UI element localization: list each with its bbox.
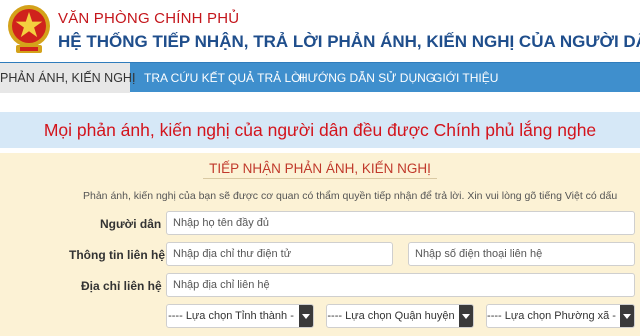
phone-input[interactable]: Nhập số điện thoại liên hệ <box>408 242 635 266</box>
address-label: Địa chỉ liên hệ <box>81 279 162 293</box>
site-header: VĂN PHÒNG CHÍNH PHỦ HỆ THỐNG TIẾP NHẬN, … <box>0 0 640 64</box>
province-select-value: ---- Lựa chọn Tỉnh thành - <box>168 310 294 322</box>
province-select[interactable]: ---- Lựa chọn Tỉnh thành - <box>166 304 314 328</box>
main-nav: PHẢN ÁNH, KIẾN NGHỊ TRA CỨU KẾT QUẢ TRẢ … <box>0 62 640 93</box>
slogan-text: Mọi phản ánh, kiến nghị của người dân đề… <box>43 120 597 140</box>
district-select[interactable]: ---- Lựa chọn Quận huyện <box>326 304 474 328</box>
email-input[interactable]: Nhập địa chỉ thư điện tử <box>166 242 393 266</box>
form-hint: Phản ánh, kiến nghị của bạn sẽ được cơ q… <box>83 190 618 202</box>
chevron-down-icon <box>620 305 634 327</box>
national-emblem-icon[interactable] <box>6 2 52 58</box>
ward-select[interactable]: ---- Lựa chọn Phường xã - <box>486 304 635 328</box>
nav-item-lookup[interactable]: TRA CỨU KẾT QUẢ TRẢ LỜI <box>144 63 305 93</box>
nav-item-guide[interactable]: HƯỚNG DẪN SỬ DỤNG <box>299 63 435 93</box>
form-title: TIẾP NHẬN PHẢN ÁNH, KIẾN NGHỊ <box>203 161 437 179</box>
nav-item-about[interactable]: GIỚI THIỆU <box>433 63 498 93</box>
feedback-form: TIẾP NHẬN PHẢN ÁNH, KIẾN NGHỊ Phản ánh, … <box>0 153 640 336</box>
chevron-down-icon <box>459 305 473 327</box>
slogan-banner: Mọi phản ánh, kiến nghị của người dân đề… <box>0 112 640 148</box>
contact-label: Thông tin liên hệ <box>69 248 165 262</box>
name-input[interactable]: Nhập họ tên đầy đủ <box>166 211 635 235</box>
name-label: Người dân <box>100 217 162 231</box>
organization-name: VĂN PHÒNG CHÍNH PHỦ <box>58 10 240 27</box>
form-title-wrap: TIẾP NHẬN PHẢN ÁNH, KIẾN NGHỊ <box>0 161 640 179</box>
nav-item-feedback[interactable]: PHẢN ÁNH, KIẾN NGHỊ <box>0 63 135 93</box>
district-select-value: ---- Lựa chọn Quận huyện <box>327 310 455 322</box>
address-input[interactable]: Nhập địa chỉ liên hệ <box>166 273 635 297</box>
ward-select-value: ---- Lựa chọn Phường xã - <box>487 310 616 322</box>
chevron-down-icon <box>299 305 313 327</box>
system-title: HỆ THỐNG TIẾP NHẬN, TRẢ LỜI PHẢN ÁNH, KI… <box>58 32 640 51</box>
